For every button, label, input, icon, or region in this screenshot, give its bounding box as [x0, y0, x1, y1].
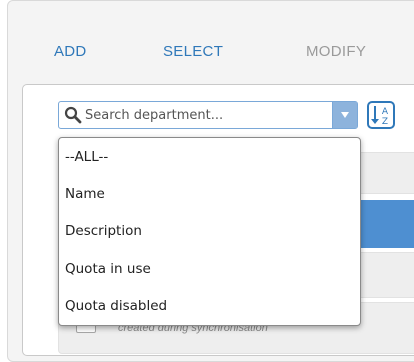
- action-tabs: ADD SELECT MODIFY: [0, 0, 414, 80]
- department-search-combobox[interactable]: [58, 101, 358, 129]
- dropdown-toggle-button[interactable]: [332, 102, 357, 128]
- tab-modify[interactable]: MODIFY: [306, 43, 366, 60]
- dropdown-option-quota-disabled[interactable]: Quota disabled: [65, 295, 345, 317]
- dropdown-option-name[interactable]: Name: [65, 183, 345, 205]
- sort-button[interactable]: A Z: [367, 101, 395, 129]
- sort-a-z-icon: A Z: [371, 106, 389, 127]
- dropdown-option-quota-in-use[interactable]: Quota in use: [65, 258, 345, 280]
- department-filter-dropdown: --ALL-- Name Description Quota in use Qu…: [58, 137, 361, 326]
- svg-text:A: A: [382, 107, 389, 117]
- search-icon: [64, 106, 82, 124]
- chevron-down-icon: [341, 112, 349, 118]
- tab-select[interactable]: SELECT: [163, 43, 223, 60]
- dropdown-option-description[interactable]: Description: [65, 220, 345, 242]
- search-input[interactable]: [85, 105, 329, 125]
- dropdown-option-all[interactable]: --ALL--: [65, 146, 345, 168]
- tab-add[interactable]: ADD: [54, 43, 87, 60]
- svg-text:Z: Z: [382, 117, 388, 127]
